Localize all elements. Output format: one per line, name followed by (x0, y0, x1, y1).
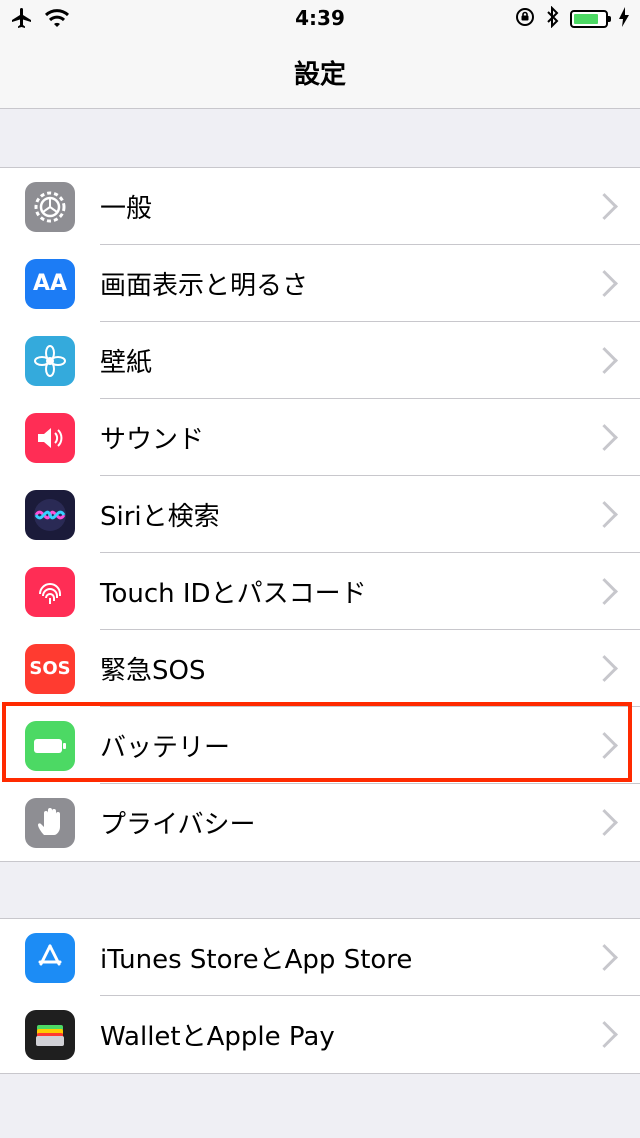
settings-row-display[interactable]: AA 画面表示と明るさ (0, 244, 640, 322)
settings-row-wallpaper[interactable]: 壁紙 (0, 321, 640, 399)
speaker-icon (25, 412, 75, 463)
settings-row-general[interactable]: 一般 (0, 168, 640, 245)
battery-status-icon (570, 10, 611, 28)
flower-icon (25, 335, 75, 386)
chevron-right-icon (591, 578, 618, 605)
row-label: Siriと検索 (100, 502, 220, 532)
row-label: 壁紙 (100, 348, 153, 378)
settings-row-siri[interactable]: Siriと検索 (0, 475, 640, 553)
row-label: Touch IDとパスコード (100, 579, 367, 609)
app-store-icon (25, 932, 75, 983)
chevron-right-icon (591, 501, 618, 528)
settings-group-stores: iTunes StoreとApp Store WalletとApple Pay (0, 918, 640, 1074)
chevron-right-icon (591, 655, 618, 682)
chevron-right-icon (591, 1021, 618, 1048)
settings-row-emergency-sos[interactable]: SOS 緊急SOS (0, 629, 640, 707)
chevron-right-icon (591, 193, 618, 220)
chevron-right-icon (591, 944, 618, 971)
wallet-icon (25, 1009, 75, 1060)
settings-row-sounds[interactable]: サウンド (0, 398, 640, 476)
text-size-icon: AA (25, 258, 75, 309)
gear-icon (25, 181, 75, 232)
row-label: 一般 (100, 194, 153, 224)
row-label: プライバシー (100, 810, 256, 840)
bluetooth-icon (546, 5, 560, 32)
status-bar: 4:39 (0, 0, 640, 40)
chevron-right-icon (591, 424, 618, 451)
page-title: 設定 (293, 60, 346, 90)
settings-row-itunes-app-store[interactable]: iTunes StoreとApp Store (0, 919, 640, 996)
row-label: 画面表示と明るさ (100, 271, 309, 301)
settings-row-privacy[interactable]: プライバシー (0, 783, 640, 861)
settings-row-touchid[interactable]: Touch IDとパスコード (0, 552, 640, 630)
orientation-lock-icon (514, 6, 536, 32)
navigation-bar: 設定 (0, 40, 640, 109)
status-right (514, 5, 630, 32)
settings-row-wallet[interactable]: WalletとApple Pay (0, 995, 640, 1073)
siri-icon (25, 489, 75, 540)
chevron-right-icon (591, 809, 618, 836)
chevron-right-icon (591, 270, 618, 297)
charging-bolt-icon (618, 6, 630, 32)
row-label: 緊急SOS (100, 656, 206, 686)
hand-icon (25, 797, 75, 848)
fingerprint-icon (25, 566, 75, 617)
row-label: WalletとApple Pay (100, 1022, 335, 1052)
sos-icon: SOS (25, 643, 75, 694)
highlight-box (2, 702, 632, 782)
chevron-right-icon (591, 347, 618, 374)
row-label: iTunes StoreとApp Store (100, 945, 413, 975)
row-label: サウンド (100, 425, 205, 455)
